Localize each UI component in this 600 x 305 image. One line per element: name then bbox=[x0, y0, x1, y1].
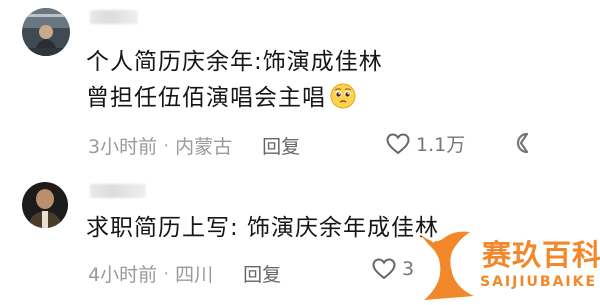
comment-line-text: 曾担任伍佰演唱会主唱 bbox=[86, 85, 326, 111]
comment-location: 四川 bbox=[175, 264, 214, 286]
dislike-icon[interactable] bbox=[510, 131, 534, 159]
avatar[interactable] bbox=[22, 8, 70, 56]
comment-text: 求职简历上写: 饰演庆余年成佳林 bbox=[86, 210, 439, 246]
heart-outline-icon bbox=[372, 258, 396, 280]
watermark-subtitle: SAIJIUBAIKE bbox=[480, 274, 598, 290]
avatar[interactable] bbox=[22, 182, 68, 228]
heart-outline-icon bbox=[386, 132, 410, 154]
like-button[interactable]: 1.1万 bbox=[386, 130, 465, 157]
separator-dot: · bbox=[163, 134, 170, 157]
comment-time: 3小时前 bbox=[88, 136, 158, 158]
username-blurred bbox=[90, 184, 146, 198]
watermark-title: 赛玖百科 bbox=[482, 238, 600, 272]
comment-meta: 4小时前 · 四川 回复 bbox=[88, 260, 281, 287]
comment-time: 4小时前 bbox=[88, 264, 158, 286]
whale-tail-logo-icon bbox=[419, 231, 474, 300]
username-blurred bbox=[90, 10, 138, 24]
watermark: 赛玖百科 SAIJIUBAIKE bbox=[412, 224, 600, 305]
comment-meta: 3小时前 · 内蒙古 回复 bbox=[88, 132, 300, 159]
comment-text: 个人简历庆余年:饰演成佳林 曾担任伍佰演唱会主唱 bbox=[86, 44, 383, 120]
reply-button[interactable]: 回复 bbox=[243, 260, 281, 287]
comment-line: 求职简历上写: 饰演庆余年成佳林 bbox=[86, 215, 440, 241]
separator-dot: · bbox=[163, 262, 170, 285]
like-count: 1.1万 bbox=[416, 134, 466, 156]
pleading-face-icon bbox=[330, 83, 356, 120]
like-button[interactable]: 3 bbox=[372, 258, 414, 280]
reply-button[interactable]: 回复 bbox=[262, 132, 300, 159]
comment-line: 个人简历庆余年:饰演成佳林 bbox=[86, 49, 383, 75]
comment-line: 曾担任伍佰演唱会主唱 bbox=[86, 80, 383, 120]
comment-location: 内蒙古 bbox=[175, 136, 233, 158]
